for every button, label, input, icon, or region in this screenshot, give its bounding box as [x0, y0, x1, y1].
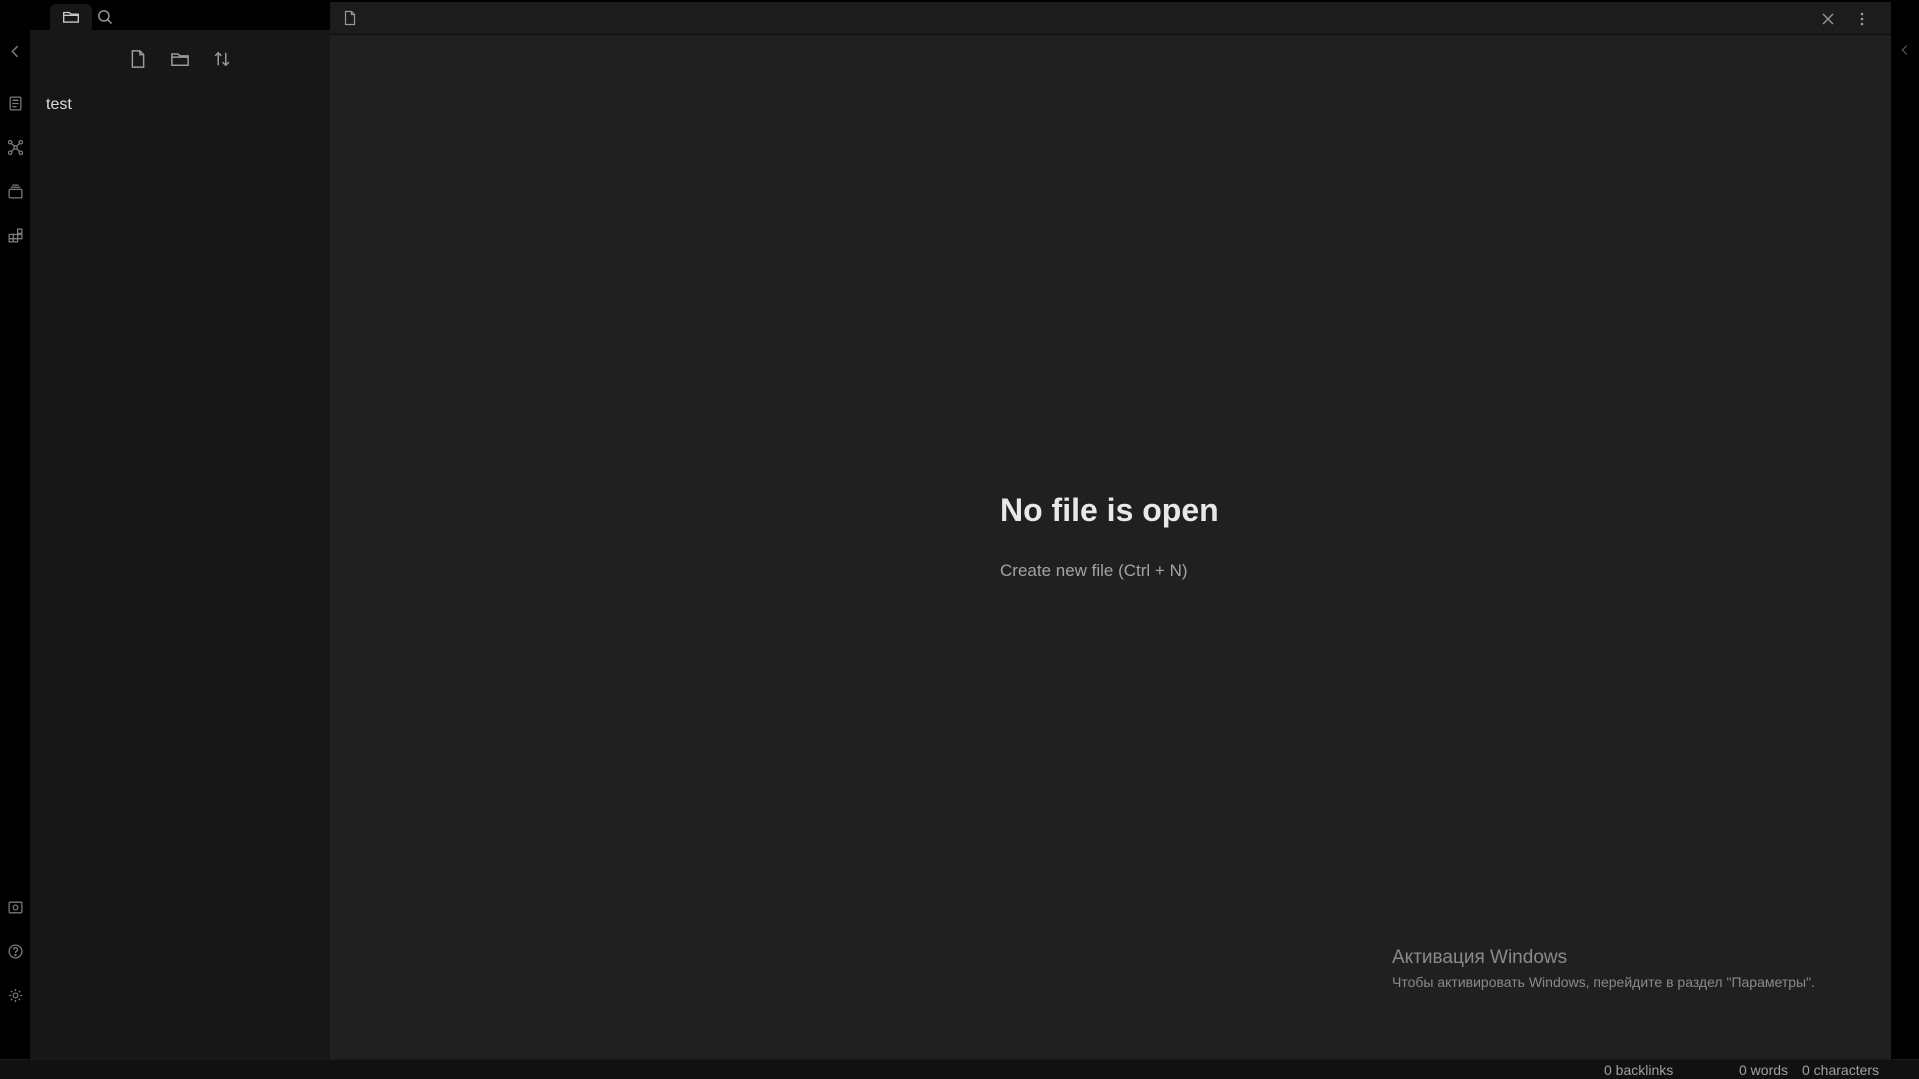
- expand-right-icon[interactable]: [1895, 38, 1915, 62]
- note-icon[interactable]: [0, 88, 30, 118]
- more-options-icon[interactable]: [1849, 6, 1875, 32]
- watermark-title: Активация Windows: [1392, 947, 1568, 968]
- search-icon: [96, 8, 114, 26]
- status-backlinks[interactable]: 0 backlinks: [1604, 1062, 1673, 1078]
- empty-state-title: No file is open: [1000, 492, 1219, 528]
- sort-icon: [212, 49, 232, 69]
- help-icon[interactable]: [0, 936, 30, 966]
- new-folder-icon: [170, 49, 190, 69]
- new-note-button[interactable]: [123, 44, 153, 74]
- status-word-count: 0 words: [1739, 1062, 1789, 1078]
- file-tree: test: [30, 92, 330, 118]
- file-explorer-sidebar: test: [30, 0, 330, 1059]
- create-new-file-link[interactable]: Create new file (Ctrl + N): [1000, 560, 1500, 582]
- plugins-icon[interactable]: [0, 220, 30, 250]
- editor-workspace: No file is open Create new file (Ctrl + …: [330, 0, 1891, 1059]
- sidebar-tab-bar: [30, 0, 330, 30]
- tab-search[interactable]: [90, 4, 120, 30]
- new-folder-button[interactable]: [165, 44, 195, 74]
- collapse-left-icon[interactable]: [0, 36, 30, 66]
- app-window: test No file is open Create new file (Ct…: [0, 0, 1919, 1079]
- status-bar: 0 backlinks 0 words 0 characters: [0, 1059, 1919, 1079]
- cards-icon[interactable]: [0, 176, 30, 206]
- right-sidebar-collapsed: [1891, 0, 1919, 1059]
- file-tree-item-test[interactable]: test: [30, 92, 330, 118]
- left-ribbon: [0, 0, 30, 1059]
- watermark-subtitle: Чтобы активировать Windows, перейдите в …: [1392, 974, 1815, 990]
- view-header: [330, 0, 1891, 35]
- file-nav-buttons: [30, 44, 330, 74]
- graph-icon[interactable]: [0, 132, 30, 162]
- status-character-count: 0 characters: [1802, 1062, 1880, 1078]
- windows-activation-watermark: Активация Windows Чтобы активировать Win…: [1392, 946, 1815, 992]
- new-note-icon: [128, 49, 148, 69]
- folder-icon: [62, 8, 80, 26]
- close-icon[interactable]: [1815, 6, 1841, 32]
- empty-state: No file is open Create new file (Ctrl + …: [1000, 488, 1500, 582]
- vault-icon[interactable]: [0, 892, 30, 922]
- sort-button[interactable]: [207, 44, 237, 74]
- tab-file-explorer[interactable]: [50, 4, 92, 30]
- file-icon[interactable]: [340, 8, 360, 28]
- settings-icon[interactable]: [0, 980, 30, 1010]
